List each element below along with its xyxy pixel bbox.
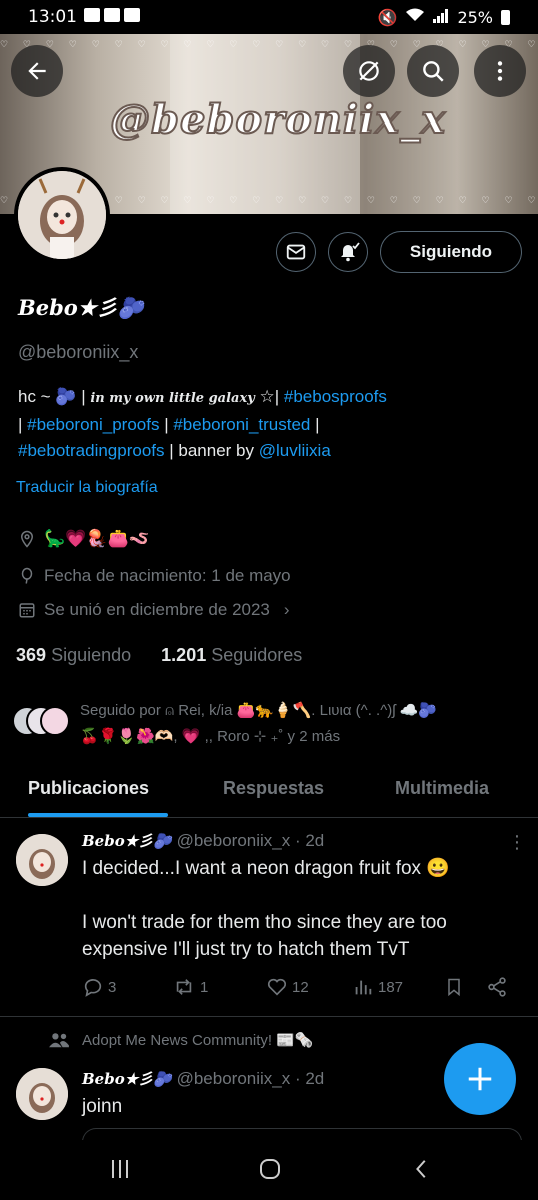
post-author-handle[interactable]: @beboroniix_x (177, 831, 291, 850)
like-button[interactable]: 12 (266, 976, 309, 998)
profile-bio: hc ~ 🫐 | in my own little galaxy ☆| #beb… (18, 387, 387, 460)
back-button[interactable] (11, 45, 63, 97)
mention-link[interactable]: @luvliixia (259, 441, 331, 460)
post-header: Bebo★彡🫐 @beboroniix_x · 2d (82, 831, 325, 850)
notification-icons (84, 8, 140, 22)
recent-apps-button[interactable] (100, 1154, 140, 1184)
translate-bio-link[interactable]: Traducir la biografía (16, 479, 158, 497)
following-link[interactable]: 369 Siguiendo (16, 645, 131, 665)
banner-hearts-top: ♡ ♡ ♡ ♡ ♡ ♡ ♡ ♡ ♡ ♡ ♡ ♡ ♡ ♡ ♡ ♡ ♡ ♡ ♡ ♡ … (0, 40, 538, 50)
wifi-icon (405, 7, 425, 27)
grok-icon (359, 61, 379, 81)
comment-icon (84, 979, 102, 997)
recents-icon (112, 1160, 128, 1178)
banner-heading: @beboroniix_x (109, 95, 446, 144)
bell-check-icon (341, 242, 360, 262)
mute-icon: 🔇 (377, 7, 398, 27)
hashtag-link[interactable]: #beboroni_proofs (27, 415, 159, 434)
home-icon (260, 1159, 280, 1179)
more-vertical-icon (497, 61, 503, 81)
notifications-button[interactable] (328, 232, 368, 272)
post-text: joinn (82, 1096, 123, 1117)
profile-handle: @beboroniix_x (18, 342, 139, 362)
hashtag-link[interactable]: #bebotradingproofs (18, 441, 165, 460)
profile-location: 🦕💗🪼👛🪱 (18, 529, 150, 549)
post-header: Bebo★彡🫐 @beboroniix_x · 2d (82, 1069, 325, 1088)
hashtag-link[interactable]: #bebosproofs (284, 387, 387, 406)
post-author-name[interactable]: Bebo★彡🫐 (82, 1070, 172, 1088)
arrow-left-icon (28, 62, 46, 80)
compose-post-button[interactable] (444, 1043, 516, 1115)
message-button[interactable] (276, 232, 316, 272)
post-divider (0, 1016, 538, 1017)
repost-button[interactable]: 1 (172, 976, 208, 998)
followed-by-text[interactable]: Seguido por ⍝ Rei, k/ia 👛🐆🍦🪓. Lιυια (^. … (80, 698, 520, 750)
active-tab-indicator (28, 813, 168, 817)
profile-birthday: Fecha de nacimiento: 1 de mayo (18, 566, 291, 586)
tab-publicaciones[interactable]: Publicaciones (28, 778, 149, 799)
back-nav-button[interactable] (402, 1154, 442, 1184)
plus-icon (468, 1067, 492, 1091)
chevron-left-icon (416, 1160, 426, 1178)
system-nav-bar (0, 1140, 538, 1200)
chevron-right-icon: › (283, 600, 290, 619)
reply-button[interactable]: 3 (82, 976, 116, 998)
youtube-notification-icon (124, 8, 140, 22)
share-icon (488, 977, 506, 997)
bookmark-button[interactable] (444, 976, 464, 998)
post-avatar[interactable] (16, 834, 68, 886)
envelope-icon (286, 244, 306, 260)
battery-percent: 25% (457, 7, 493, 27)
post-avatar[interactable] (16, 1068, 68, 1120)
profile-tabs: Publicaciones Respuestas Multimedia (0, 760, 538, 818)
community-context[interactable]: Adopt Me News Community! 📰🗞️ (48, 1031, 314, 1049)
post-author-name[interactable]: Bebo★彡🫐 (82, 832, 172, 850)
community-icon (49, 1033, 69, 1048)
profile-name: Bebo★彡🫐 (18, 295, 144, 320)
gallery-notification-icon (84, 8, 100, 22)
search-icon (423, 61, 444, 82)
post-text: I decided...I want a neon dragon fruit f… (82, 858, 450, 960)
avatar-image (16, 834, 68, 886)
status-bar: 13:01 🔇 25% (0, 0, 538, 34)
more-button[interactable] (474, 45, 526, 97)
views-chart-icon (355, 980, 372, 995)
tab-respuestas[interactable]: Respuestas (223, 778, 324, 799)
search-button[interactable] (407, 45, 459, 97)
follow-counts: 369 Siguiendo 1.201 Seguidores (16, 645, 302, 666)
follower-avatar (40, 706, 70, 736)
tab-multimedia[interactable]: Multimedia (395, 778, 489, 799)
bookmark-icon (448, 978, 460, 997)
profile-avatar[interactable] (14, 167, 110, 263)
avatar-image (16, 1068, 68, 1120)
hashtag-link[interactable]: #beboroni_trusted (173, 415, 310, 434)
status-right: 🔇 25% (378, 7, 510, 27)
post-time: 2d (305, 831, 325, 850)
calendar-icon (19, 603, 35, 618)
following-button[interactable]: Siguiendo (380, 231, 522, 273)
avatar-image (18, 171, 106, 259)
post-author-handle[interactable]: @beboroniix_x (177, 1069, 291, 1088)
followers-link[interactable]: 1.201 Seguidores (161, 645, 302, 665)
youtube-notification-icon (104, 8, 120, 22)
location-pin-icon (20, 530, 34, 548)
home-button[interactable] (250, 1154, 290, 1184)
balloon-icon (21, 567, 33, 584)
repost-icon (176, 979, 192, 995)
grok-button[interactable] (343, 45, 395, 97)
status-time: 13:01 (28, 7, 77, 27)
post-more-icon[interactable]: ⋮ (508, 832, 526, 853)
signal-icon (433, 8, 449, 27)
post-actions: 3 1 12 187 (82, 976, 522, 1004)
profile-joined[interactable]: Se unió en diciembre de 2023 › (18, 600, 290, 620)
post-time: 2d (305, 1069, 325, 1088)
views-button[interactable]: 187 (352, 976, 403, 998)
share-button[interactable] (486, 976, 508, 998)
battery-icon (501, 9, 510, 25)
heart-icon (267, 978, 287, 996)
